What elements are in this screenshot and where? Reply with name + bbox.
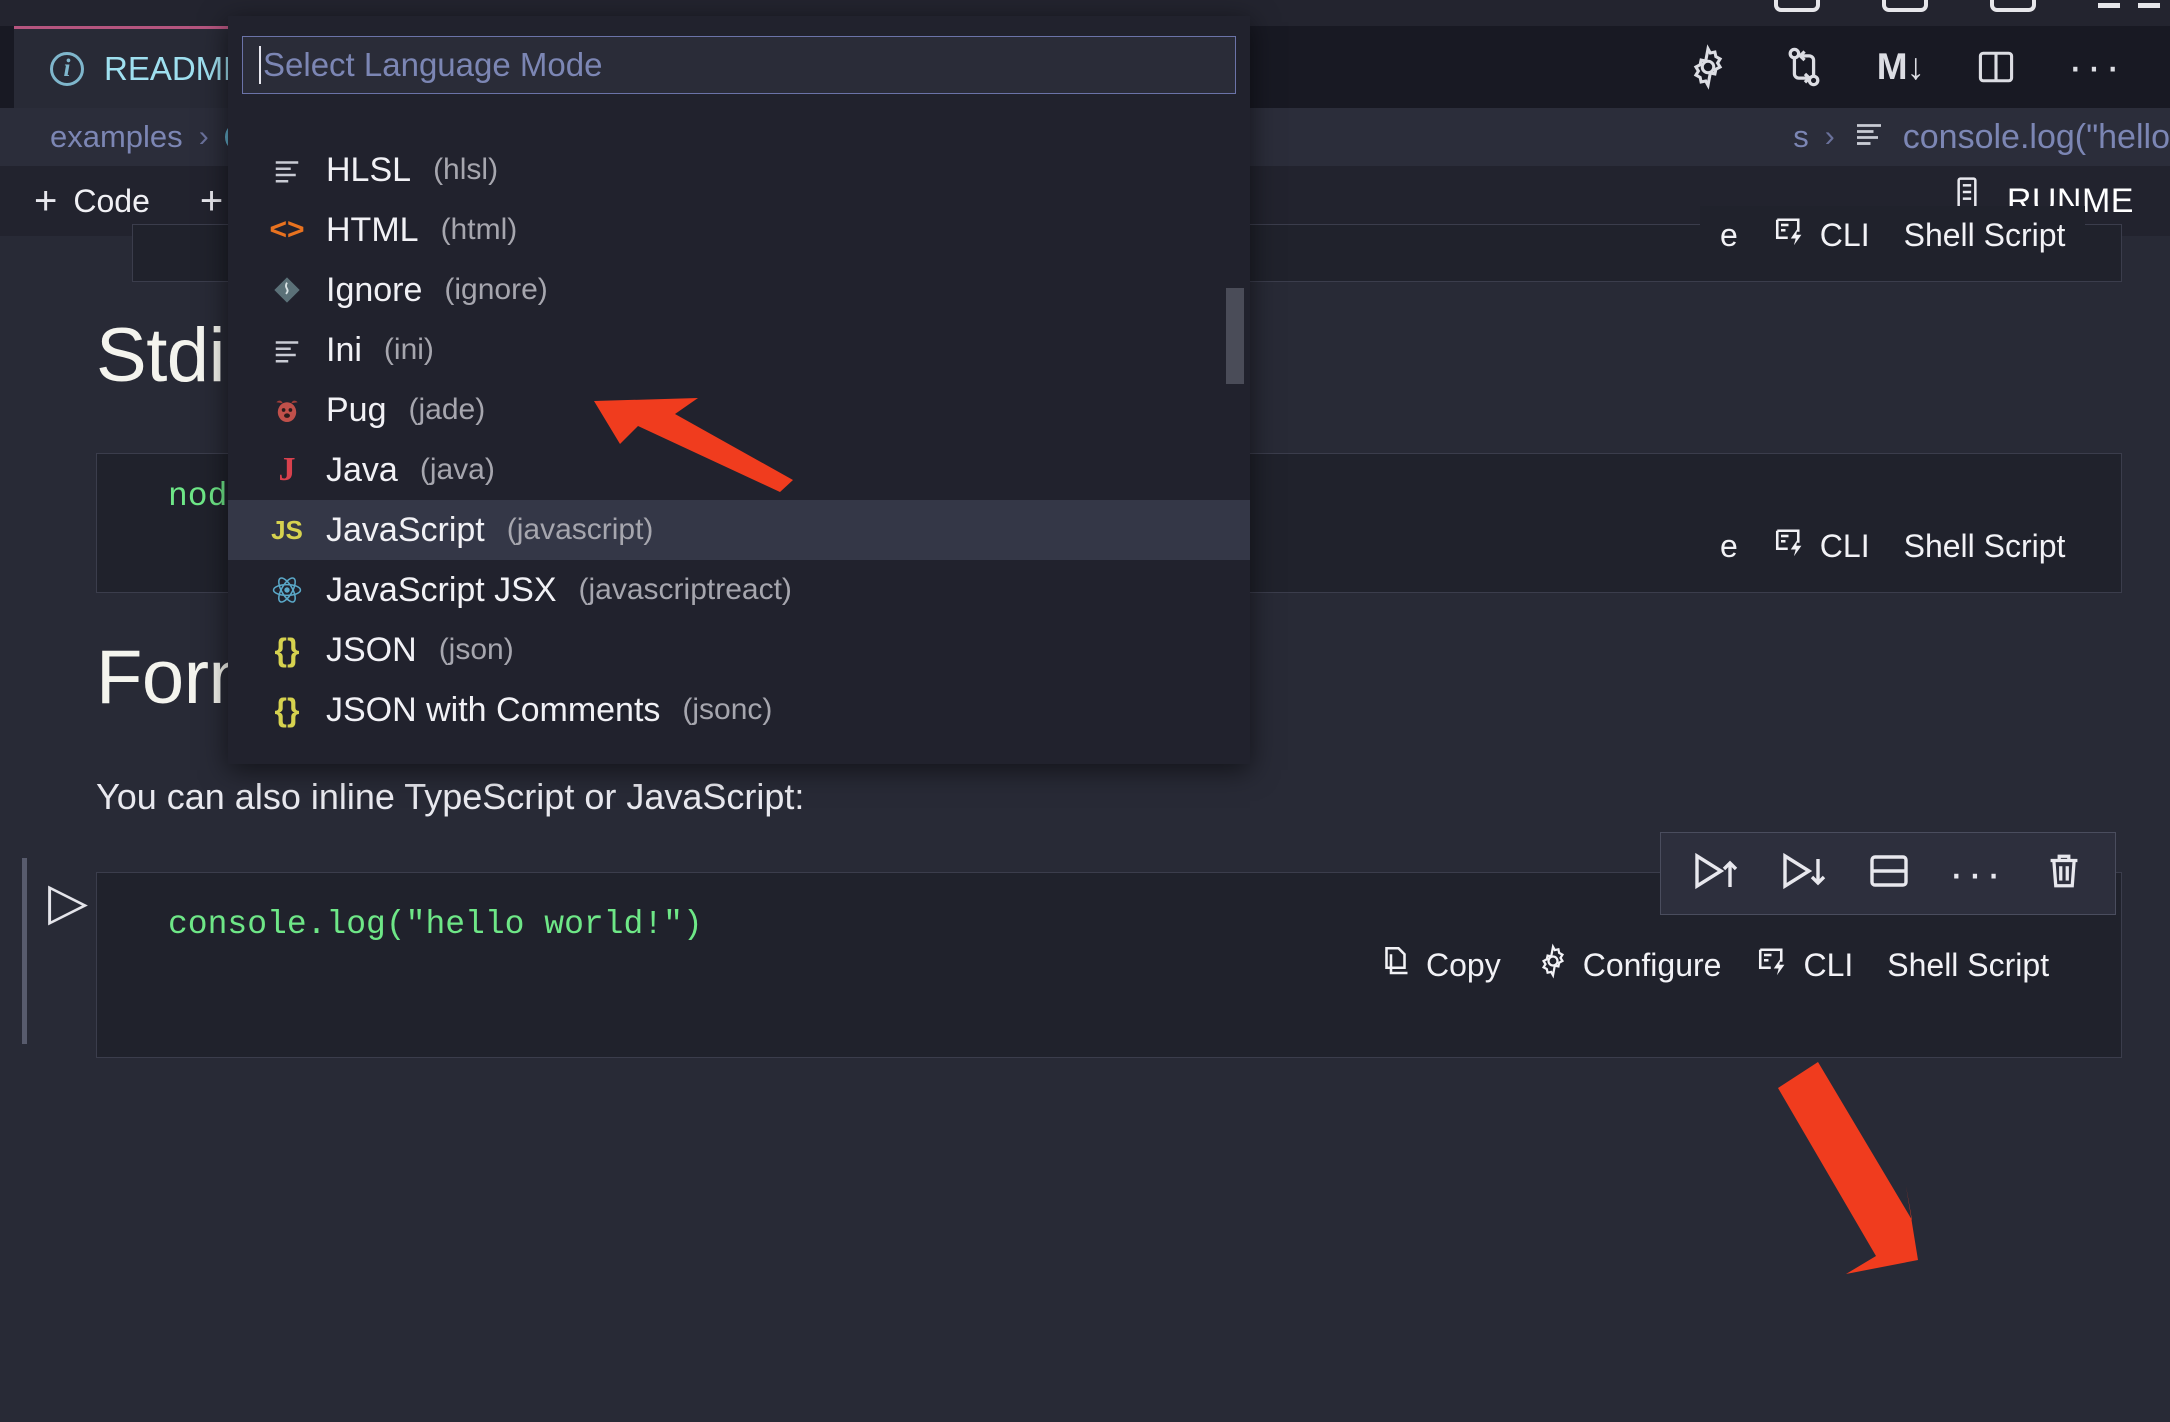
quickpick-item-id: (ignore) xyxy=(444,273,548,306)
cell-top-status-cli[interactable]: CLI xyxy=(1772,213,1870,257)
html-icon: <> xyxy=(269,213,305,246)
cell-focus-bar xyxy=(22,858,27,1044)
quickpick-item-id: (javascriptreact) xyxy=(578,573,792,606)
breadcrumb-item-s[interactable]: s xyxy=(1793,119,1809,155)
breadcrumb-separator: › xyxy=(1824,120,1835,153)
paragraph-inline-typescript: You can also inline TypeScript or JavaSc… xyxy=(96,776,805,817)
quickpick-item-hlsl[interactable]: HLSL (hlsl) xyxy=(228,140,1250,200)
quickpick-item-json[interactable]: {} JSON (json) xyxy=(228,620,1250,680)
quickpick-item-java[interactable]: J Java (java) xyxy=(228,440,1250,500)
window-controls xyxy=(1774,0,2160,12)
quickpick-item-name: HTML xyxy=(326,210,419,249)
cell-stdin-status-cli[interactable]: CLI xyxy=(1772,524,1870,568)
quickpick-item-id: (hlsl) xyxy=(433,153,499,186)
quickpick-input[interactable]: Select Language Mode xyxy=(242,36,1236,94)
java-icon: J xyxy=(278,451,296,488)
configure-button[interactable]: Configure xyxy=(1535,943,1721,987)
cli-button[interactable]: CLI xyxy=(1755,943,1853,987)
cell-stdin-statusbar: e CLI Shell Script xyxy=(1700,517,2086,575)
plus-icon: + xyxy=(199,179,224,223)
json-icon: {} xyxy=(274,631,300,668)
gear-icon xyxy=(1535,943,1571,987)
quickpick-item-id: (ini) xyxy=(383,333,434,366)
pug-icon xyxy=(270,393,304,427)
quickpick-item-pug[interactable]: Pug (jade) xyxy=(228,380,1250,440)
cell-action-toolbar: ··· xyxy=(1660,832,2116,915)
git-branch-icon[interactable] xyxy=(1781,44,1827,90)
panel-left-icon[interactable] xyxy=(1774,0,1820,12)
breadcrumb-item-examples[interactable]: examples xyxy=(50,119,183,155)
info-circle-icon: i xyxy=(50,51,84,86)
cli-icon xyxy=(1772,524,1808,568)
git-ignore-icon xyxy=(270,273,304,307)
layout-more-icon[interactable] xyxy=(2098,0,2160,12)
markdown-preview-icon[interactable]: M↓ xyxy=(1877,46,1925,88)
quickpick-item-name: Ini xyxy=(326,330,362,369)
quickpick-item-javascript-jsx[interactable]: JavaScript JSX (javascriptreact) xyxy=(228,560,1250,620)
quickpick-item-id: (javascript) xyxy=(506,513,654,546)
cell-javascript-statusbar: Copy Configure CLI Shell Script xyxy=(1360,936,2070,994)
json-icon: {} xyxy=(274,691,300,728)
cli-icon xyxy=(1772,213,1808,257)
quickpick-input-wrap: Select Language Mode xyxy=(228,16,1250,108)
quickpick-scrollbar[interactable] xyxy=(1226,288,1244,384)
cell-stdin-status-e[interactable]: e xyxy=(1720,528,1738,565)
quickpick-item-name: Java xyxy=(326,450,398,489)
quickpick-item-ini[interactable]: Ini (ini) xyxy=(228,320,1250,380)
quickpick-item-name: JSON with Comments xyxy=(326,690,661,729)
quickpick-divider xyxy=(228,108,1250,140)
quickpick-item-name: Pug xyxy=(326,390,387,429)
more-actions-icon[interactable]: ··· xyxy=(2068,45,2124,90)
split-cell-icon[interactable] xyxy=(1865,847,1913,900)
copy-button[interactable]: Copy xyxy=(1380,943,1501,987)
run-cell-icon[interactable]: ▷ xyxy=(48,876,88,928)
cell-stdin-status-language[interactable]: Shell Script xyxy=(1904,528,2066,565)
breadcrumb-tail: s › console.log("hello xyxy=(1793,108,2170,166)
breadcrumb-separator: › xyxy=(198,120,209,153)
quickpick-item-javascript[interactable]: JS JavaScript (javascript) xyxy=(228,500,1250,560)
lines-icon xyxy=(270,333,304,367)
quickpick-item-name: Ignore xyxy=(326,270,423,309)
quickpick-list: HLSL (hlsl) <> HTML (html) Ignore (ignor… xyxy=(228,140,1250,764)
quickpick-item-id: (html) xyxy=(440,213,518,246)
more-actions-icon[interactable]: ··· xyxy=(1949,851,2005,896)
quickpick-placeholder: Select Language Mode xyxy=(263,46,603,83)
split-editor-icon[interactable] xyxy=(1974,45,2018,89)
execute-above-icon[interactable] xyxy=(1689,847,1741,900)
add-code-cell-label: Code xyxy=(73,182,150,219)
quickpick-item-id: (jsonc) xyxy=(682,693,773,726)
plus-icon: + xyxy=(34,179,58,223)
breadcrumb-item-symbol[interactable]: console.log("hello xyxy=(1903,118,2170,157)
delete-cell-icon[interactable] xyxy=(2041,847,2087,900)
cell-top-status-language[interactable]: Shell Script xyxy=(1904,217,2066,254)
cell-top-statusbar: e CLI Shell Script xyxy=(1700,206,2086,264)
panel-bottom-icon[interactable] xyxy=(1882,0,1928,12)
react-icon xyxy=(270,573,304,607)
quickpick-item-name: HLSL xyxy=(326,150,412,189)
lines-icon xyxy=(270,153,304,187)
cli-icon xyxy=(1755,943,1791,987)
js-icon: JS xyxy=(271,514,303,545)
add-code-cell-button[interactable]: + Code xyxy=(34,181,150,221)
quickpick-item-ignore[interactable]: Ignore (ignore) xyxy=(228,260,1250,320)
gear-icon[interactable] xyxy=(1685,44,1731,90)
editor-actions: M↓ ··· xyxy=(1685,26,2124,108)
cell-javascript-code[interactable]: console.log("hello world!") xyxy=(168,906,703,943)
quickpick-item-id: (json) xyxy=(438,633,514,666)
panel-right-icon[interactable] xyxy=(1990,0,2036,12)
quickpick-item-html[interactable]: <> HTML (html) xyxy=(228,200,1250,260)
quickpick-item-name: JavaScript xyxy=(326,510,485,549)
execute-below-icon[interactable] xyxy=(1777,847,1829,900)
text-caret xyxy=(259,46,261,84)
quickpick-item-id: (jade) xyxy=(408,393,486,426)
cell-top-status-e[interactable]: e xyxy=(1720,217,1738,254)
quickpick-item-name: JSON xyxy=(326,630,417,669)
lines-icon xyxy=(1851,115,1887,159)
quickpick-item-name: JavaScript JSX xyxy=(326,570,557,609)
quickpick-item-id: (java) xyxy=(419,453,495,486)
language-selector-button[interactable]: Shell Script xyxy=(1887,947,2049,984)
copy-icon xyxy=(1380,943,1414,987)
quickpick-language-mode: Select Language Mode HLSL (hlsl) <> HTML… xyxy=(228,16,1250,764)
quickpick-item-json-with-comments[interactable]: {} JSON with Comments (jsonc) xyxy=(228,680,1250,740)
